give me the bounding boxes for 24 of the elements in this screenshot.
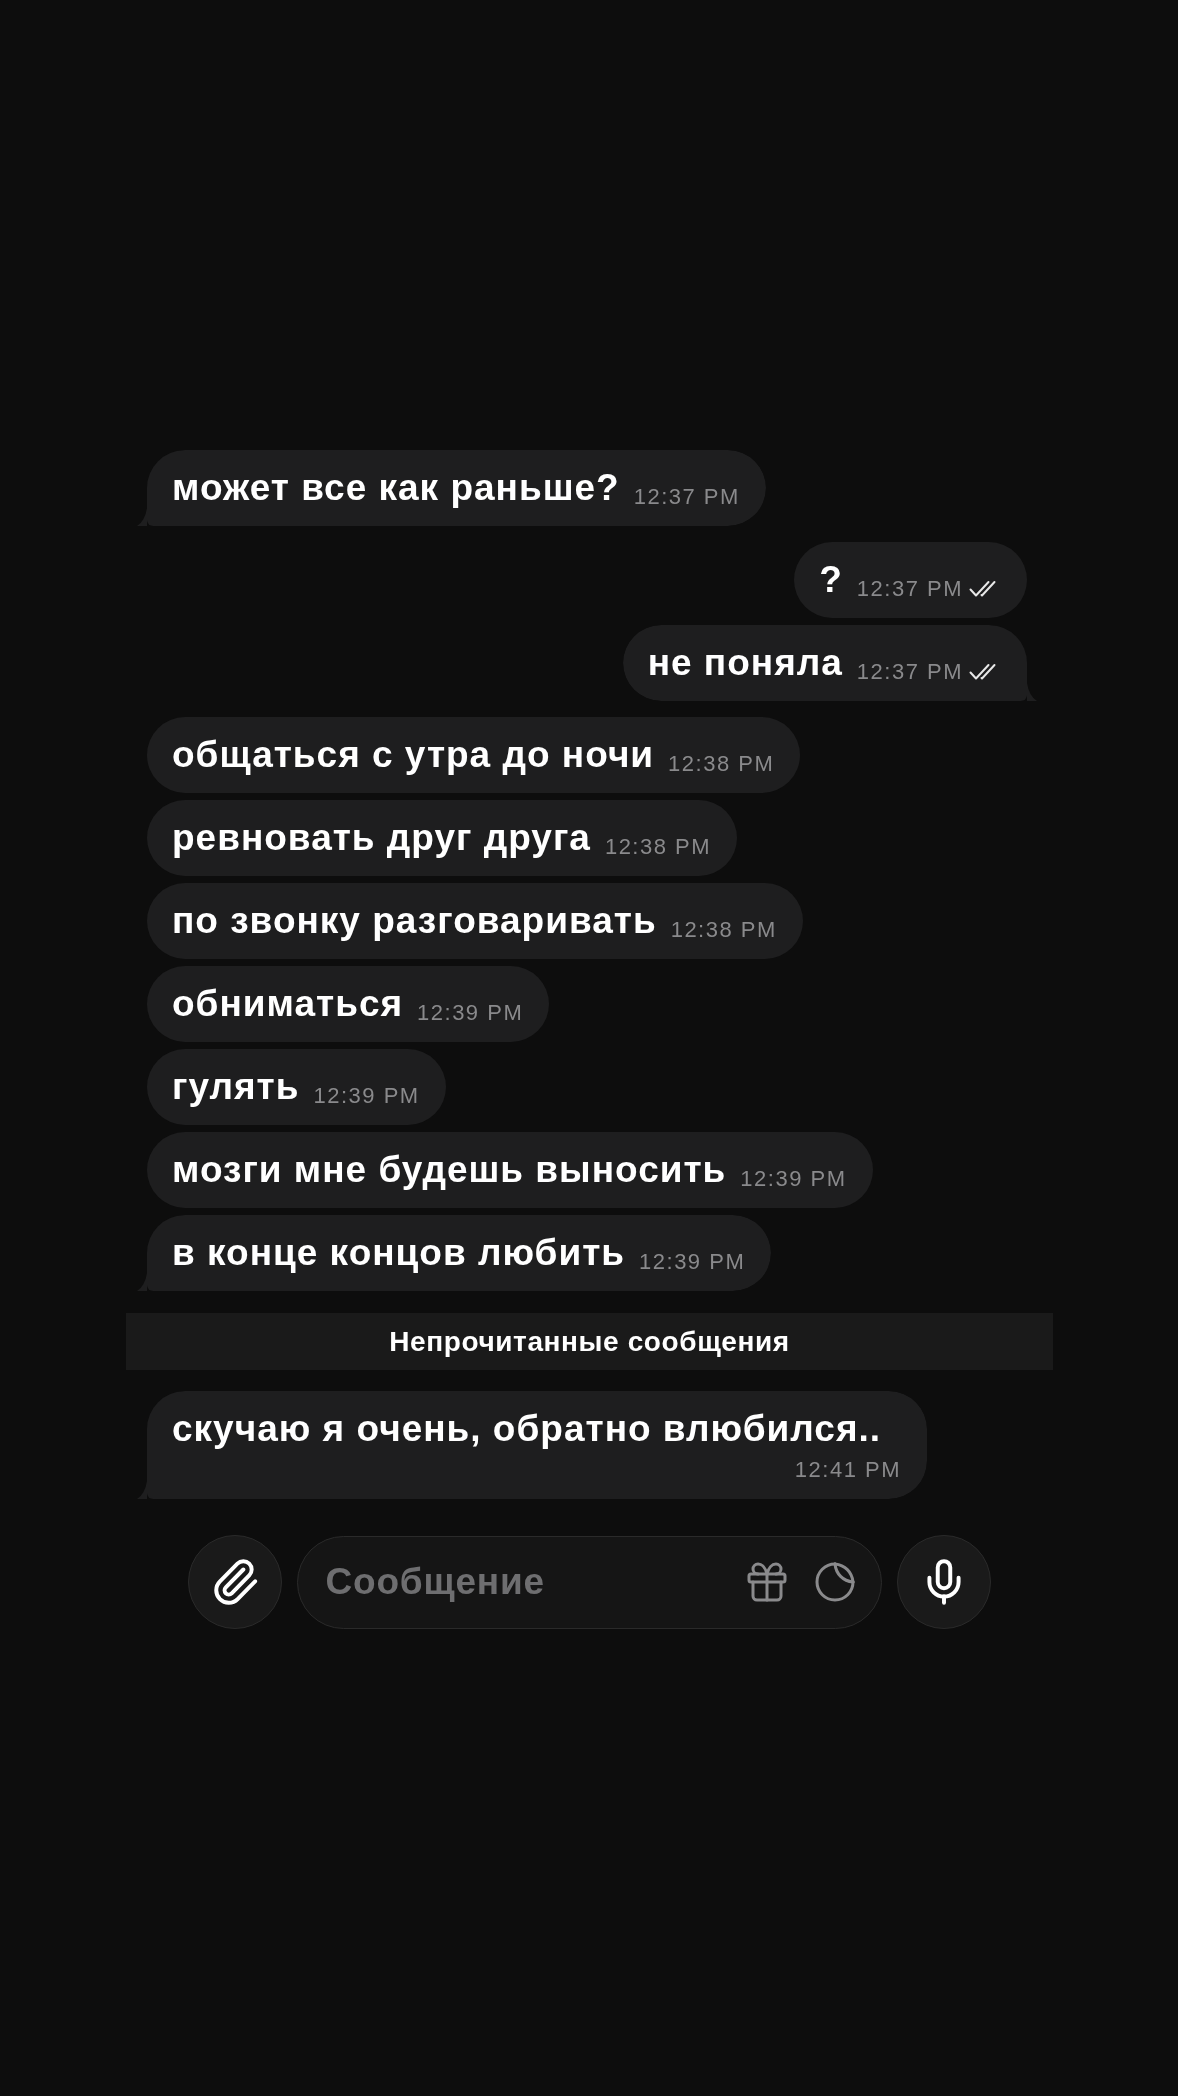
message-time: 12:37 PM — [856, 658, 963, 686]
message-text: общаться с утра до ночи — [172, 733, 655, 777]
message-text: в конце концов любить — [172, 1231, 626, 1275]
message-time: 12:39 PM — [313, 1082, 420, 1110]
message-field[interactable]: Сообщение — [296, 1535, 882, 1629]
message-text: может все как раньше? — [172, 466, 620, 510]
message-time: 12:38 PM — [670, 916, 777, 944]
message-time: 12:39 PM — [417, 999, 524, 1027]
message-text: гулять — [172, 1065, 300, 1109]
message-time: 12:37 PM — [633, 483, 740, 511]
message-text: не поняла — [647, 641, 843, 685]
message-text: скучаю я очень, обратно влюбился.. — [172, 1407, 882, 1451]
message-text: мозги мне будешь выносить — [172, 1148, 727, 1192]
message-text: обниматься — [172, 982, 404, 1026]
message-input[interactable]: Сообщение — [325, 1556, 723, 1608]
message-time: 12:38 PM — [604, 833, 712, 861]
message-time: 12:37 PM — [856, 575, 963, 603]
message-text: ? — [819, 558, 843, 602]
message-time: 12:39 PM — [740, 1165, 847, 1193]
message-text: по звонку разговаривать — [172, 899, 657, 943]
message-time: 12:41 PM — [794, 1456, 901, 1484]
message-text: ревновать друг друга — [172, 816, 591, 860]
message-time: 12:39 PM — [639, 1248, 746, 1276]
message-time: 12:38 PM — [668, 750, 775, 778]
